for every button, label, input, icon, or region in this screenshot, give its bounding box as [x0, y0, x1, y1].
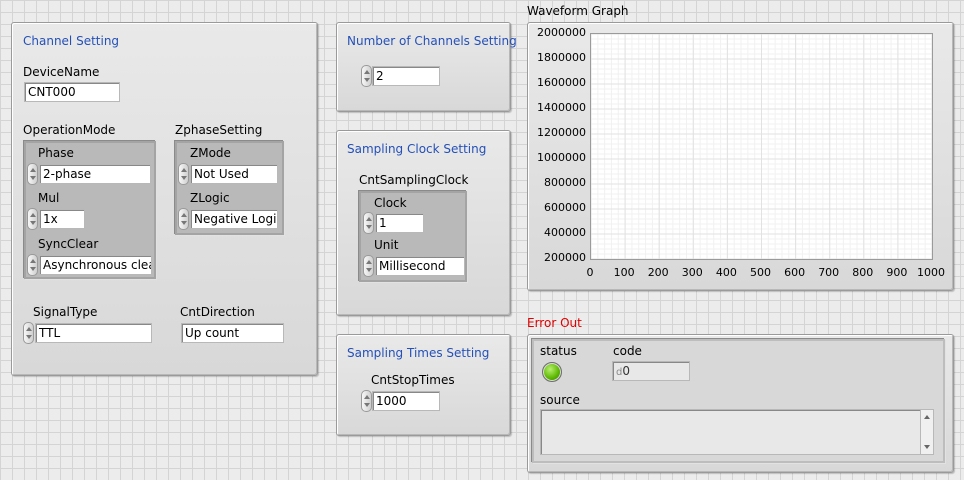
- arrow-down-icon: [181, 176, 187, 180]
- x-tick-label: 200: [647, 266, 669, 279]
- unit-ring[interactable]: Millisecond: [375, 256, 465, 276]
- y-tick-label: 1000000: [537, 151, 586, 164]
- code-value: 0: [622, 364, 630, 378]
- arrow-down-icon: [364, 403, 370, 407]
- arrow-up-icon: [30, 259, 36, 263]
- status-label: status: [540, 344, 577, 358]
- signal-type-ring[interactable]: TTL: [35, 323, 152, 343]
- sampling-clock-title: Sampling Clock Setting: [347, 142, 487, 156]
- x-tick-label: 300: [681, 266, 703, 279]
- channels-setting-title: Number of Channels Setting: [347, 34, 517, 48]
- mul-ring[interactable]: 1x: [39, 209, 85, 229]
- cnt-sampling-clock-label: CntSamplingClock: [359, 173, 469, 187]
- x-tick-label: 900: [886, 266, 908, 279]
- cnt-stop-times-spinner[interactable]: [361, 390, 372, 412]
- y-tick-label: 1600000: [537, 76, 586, 89]
- arrow-up-icon: [181, 213, 187, 217]
- arrow-up-icon: [364, 395, 370, 399]
- x-tick-label: 0: [586, 266, 594, 279]
- source-field: [540, 409, 921, 455]
- arrow-down-icon: [181, 221, 187, 225]
- code-field: d0: [612, 361, 690, 381]
- status-led-icon: [542, 362, 562, 382]
- arrow-down-icon: [30, 267, 36, 271]
- y-tick-label: 200000: [544, 251, 586, 264]
- unit-spinner[interactable]: [363, 255, 374, 277]
- clock-numeric-field[interactable]: 1: [375, 213, 424, 233]
- zmode-spinner[interactable]: [178, 163, 189, 185]
- zmode-label: ZMode: [190, 146, 231, 160]
- y-tick-label: 2000000: [537, 26, 586, 39]
- x-tick-label: 500: [750, 266, 771, 279]
- zmode-ring[interactable]: Not Used: [190, 164, 278, 184]
- cnt-stop-times-field[interactable]: 1000: [372, 391, 440, 411]
- arrow-up-icon: [30, 213, 36, 217]
- arrow-down-icon: [26, 335, 32, 339]
- x-tick-label: 700: [818, 266, 840, 279]
- y-tick-label: 800000: [544, 176, 586, 189]
- x-tick-label: 1000: [917, 266, 945, 279]
- zphase-setting-label: ZphaseSetting: [175, 123, 263, 137]
- unit-label: Unit: [374, 238, 399, 252]
- clock-spinner[interactable]: [363, 212, 374, 234]
- source-scrollbar[interactable]: [920, 409, 934, 455]
- cnt-stop-times-label: CntStopTimes: [371, 373, 455, 387]
- signal-type-label: SignalType: [33, 305, 98, 319]
- source-label: source: [540, 393, 580, 407]
- waveform-graph-title: Waveform Graph: [527, 4, 629, 18]
- sync-clear-label: SyncClear: [38, 237, 99, 251]
- zlogic-label: ZLogic: [190, 191, 230, 205]
- device-name-field[interactable]: CNT000: [24, 82, 120, 102]
- signal-type-spinner[interactable]: [23, 322, 34, 344]
- y-tick-label: 1200000: [537, 126, 586, 139]
- y-tick-label: 1800000: [537, 51, 586, 64]
- arrow-down-icon: [366, 225, 372, 229]
- arrow-up-icon: [366, 217, 372, 221]
- x-tick-label: 400: [715, 266, 737, 279]
- scroll-down-icon[interactable]: [924, 445, 930, 449]
- channels-numeric-field[interactable]: 2: [372, 66, 440, 86]
- code-label: code: [613, 344, 642, 358]
- y-tick-label: 400000: [544, 226, 586, 239]
- clock-label: Clock: [374, 196, 407, 210]
- phase-ring[interactable]: 2-phase: [39, 164, 151, 184]
- arrow-down-icon: [366, 268, 372, 272]
- arrow-down-icon: [364, 78, 370, 82]
- arrow-up-icon: [26, 327, 32, 331]
- y-tick-label: 600000: [544, 201, 586, 214]
- waveform-plot-area[interactable]: [590, 33, 933, 260]
- sync-clear-ring[interactable]: Asynchronous clear: [39, 255, 152, 275]
- phase-spinner[interactable]: [27, 163, 38, 185]
- channel-setting-title: Channel Setting: [23, 34, 120, 48]
- scroll-up-icon[interactable]: [924, 415, 930, 419]
- sampling-times-title: Sampling Times Setting: [347, 346, 490, 360]
- zlogic-spinner[interactable]: [178, 208, 189, 230]
- arrow-up-icon: [30, 168, 36, 172]
- channels-spinner[interactable]: [361, 65, 372, 87]
- sync-clear-spinner[interactable]: [27, 254, 38, 276]
- arrow-down-icon: [30, 176, 36, 180]
- arrow-up-icon: [366, 260, 372, 264]
- zlogic-ring[interactable]: Negative Logic: [190, 209, 278, 229]
- arrow-down-icon: [30, 221, 36, 225]
- arrow-up-icon: [181, 168, 187, 172]
- mul-spinner[interactable]: [27, 208, 38, 230]
- mul-label: Mul: [38, 191, 60, 205]
- arrow-up-icon: [364, 70, 370, 74]
- cnt-direction-ring[interactable]: Up count: [181, 323, 284, 343]
- x-tick-label: 800: [852, 266, 874, 279]
- operation-mode-label: OperationMode: [23, 123, 116, 137]
- phase-label: Phase: [38, 146, 74, 160]
- waveform-plot-svg: [591, 34, 932, 259]
- y-tick-label: 1400000: [537, 101, 586, 114]
- error-out-title: Error Out: [527, 316, 582, 330]
- cnt-direction-label: CntDirection: [180, 305, 255, 319]
- device-name-label: DeviceName: [23, 65, 100, 79]
- x-tick-label: 100: [613, 266, 635, 279]
- x-tick-label: 600: [784, 266, 806, 279]
